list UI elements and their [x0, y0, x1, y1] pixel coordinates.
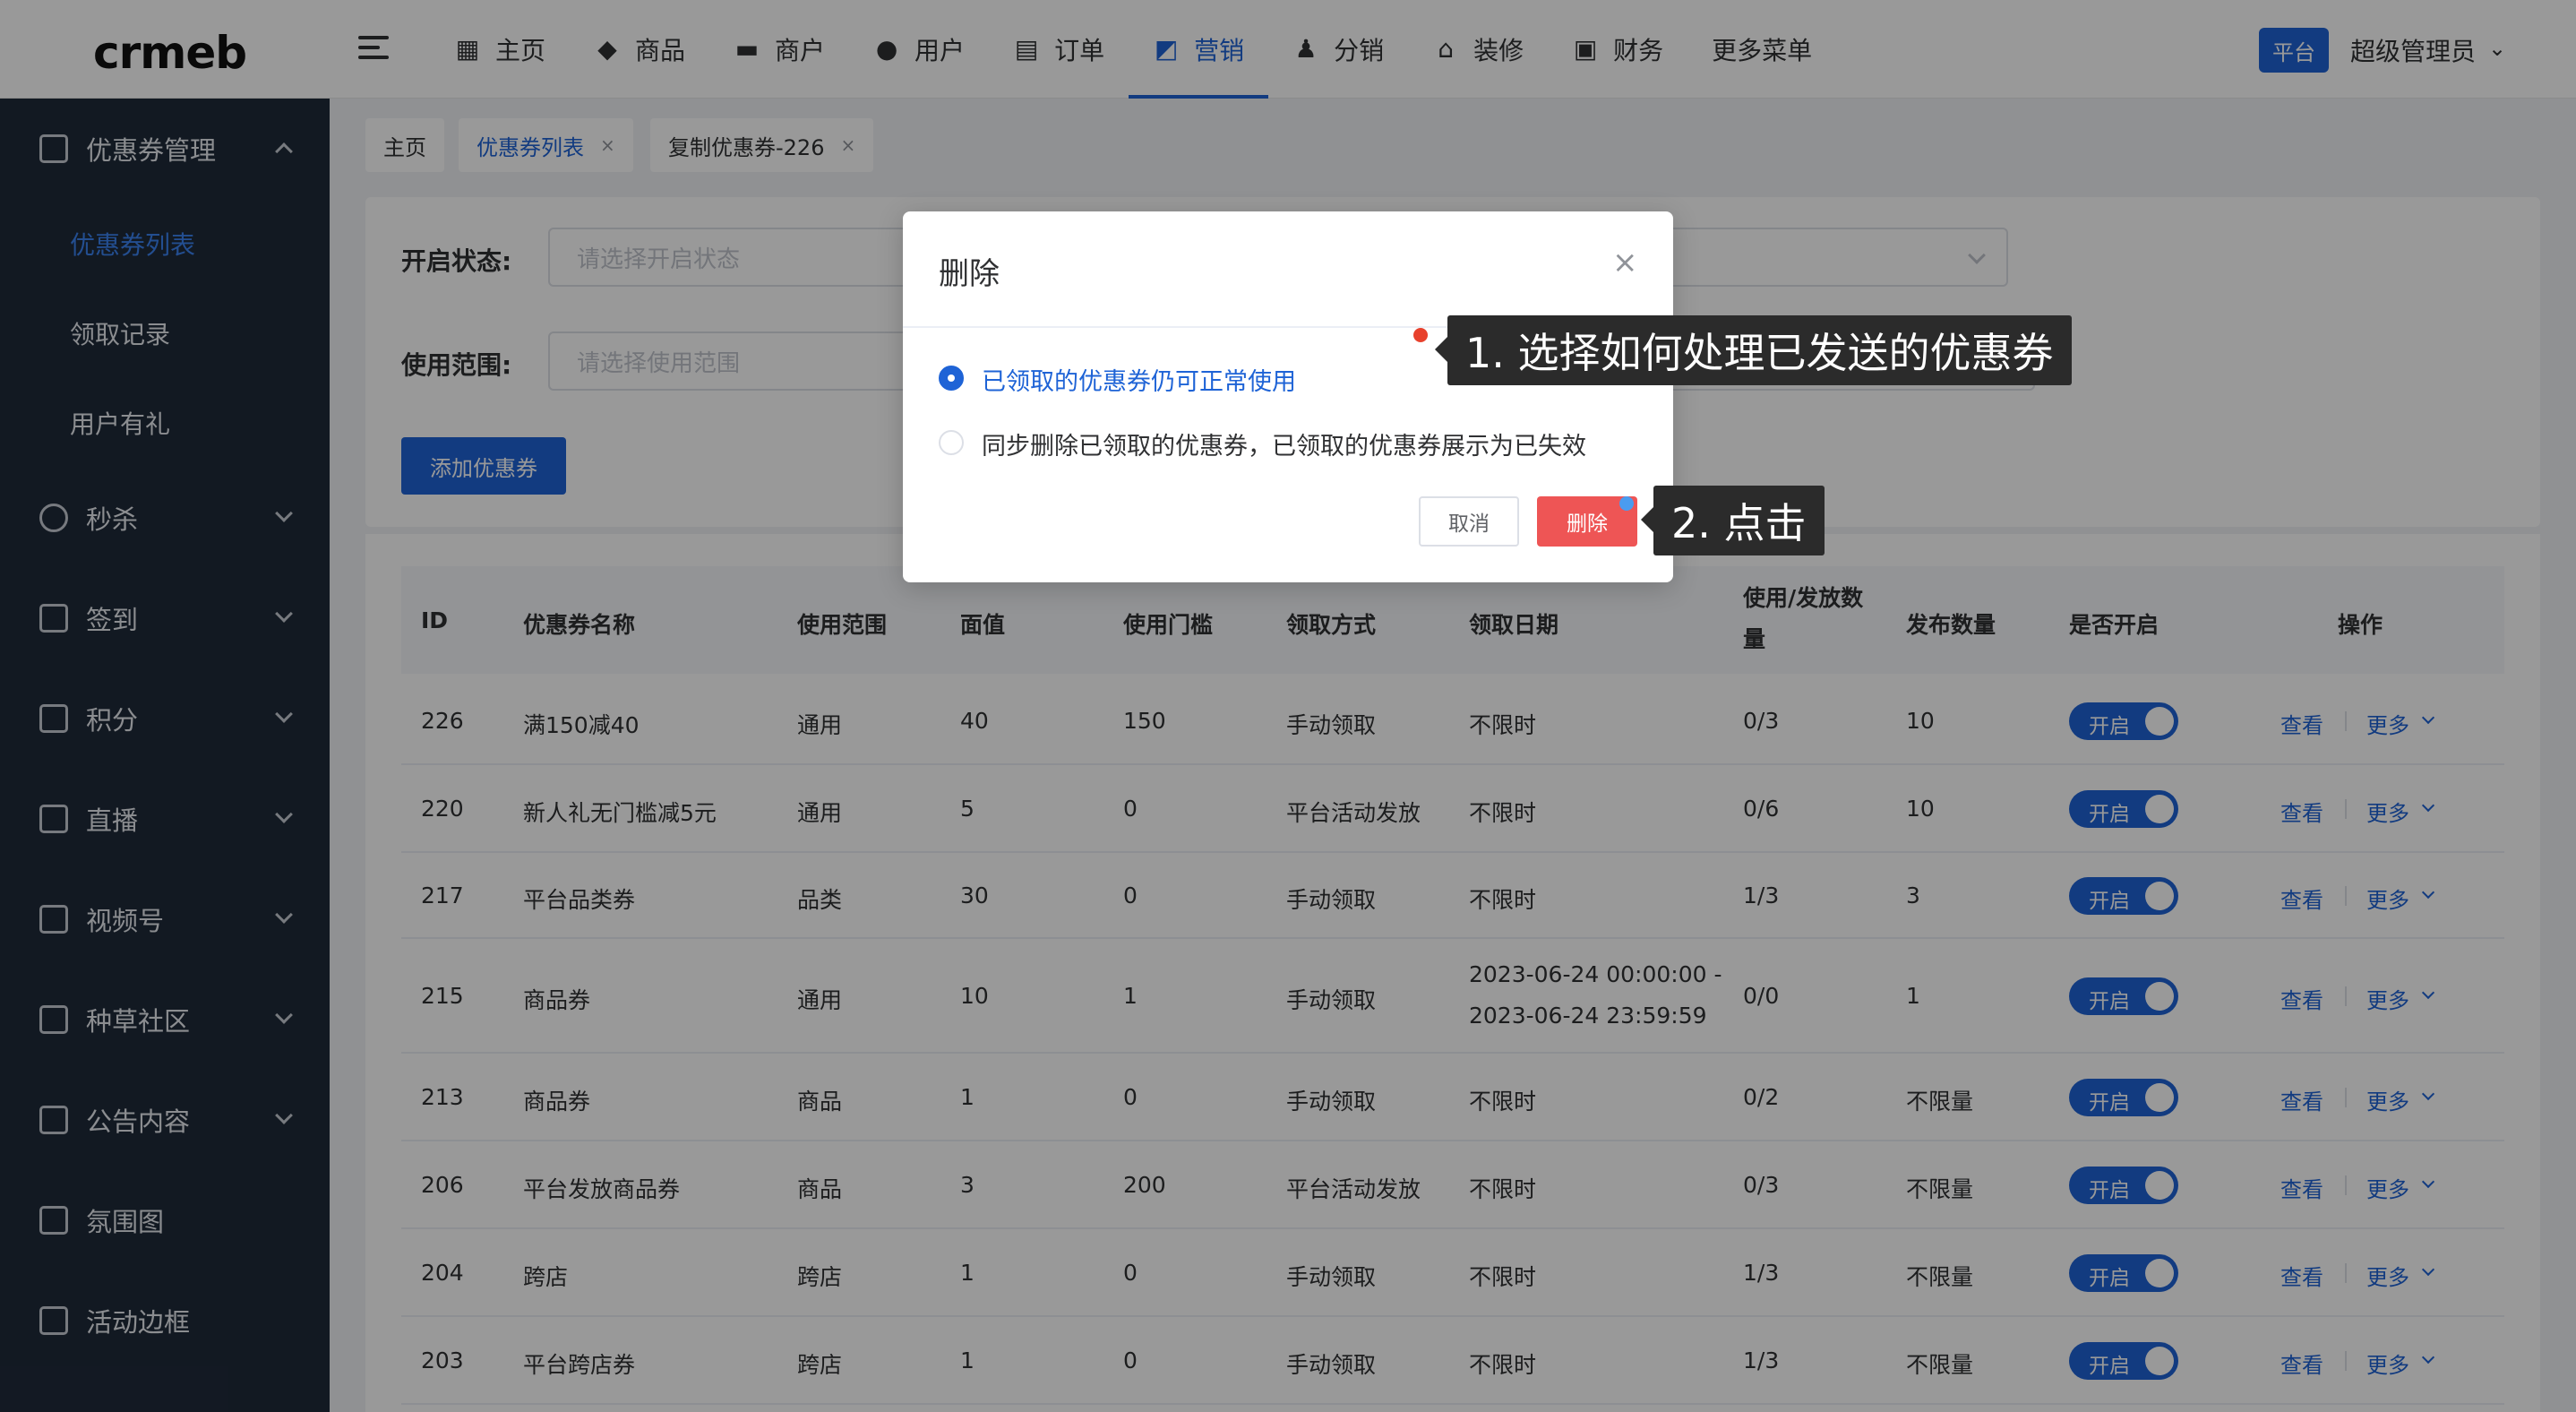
radio-keep-claimed[interactable]	[939, 366, 964, 391]
annotation-dot-1	[1413, 328, 1428, 342]
close-icon[interactable]: ×	[1612, 247, 1638, 278]
annotation-dot-2	[1619, 496, 1634, 511]
cancel-button[interactable]: 取消	[1419, 496, 1519, 547]
option-delete-claimed-label[interactable]: 同步删除已领取的优惠券，已领取的优惠券展示为已失效	[982, 426, 1586, 461]
radio-delete-claimed[interactable]	[939, 430, 964, 455]
annotation-step-2: 2. 点击	[1641, 486, 1825, 555]
annotation-step-1: 1. 选择如何处理已发送的优惠券	[1435, 315, 2072, 385]
option-keep-claimed-label[interactable]: 已领取的优惠券仍可正常使用	[982, 362, 1296, 397]
dialog-title: 删除	[939, 256, 1000, 292]
delete-dialog: 删除 × 已领取的优惠券仍可正常使用 同步删除已领取的优惠券，已领取的优惠券展示…	[903, 211, 1673, 582]
